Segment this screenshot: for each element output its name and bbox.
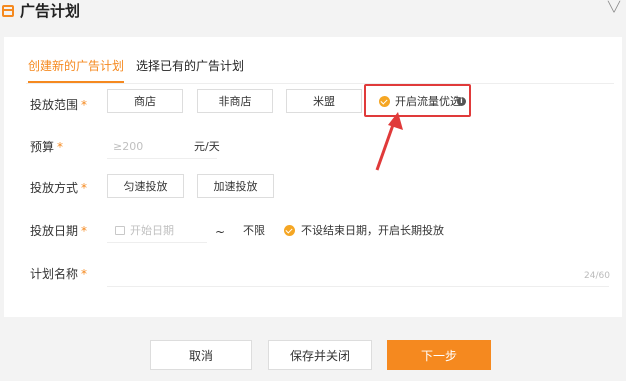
end-date-value[interactable]: 不限 [243, 224, 265, 238]
form-card: 创建新的广告计划 选择已有的广告计划 投放范围 * 商店 非商店 米盟 开启流量优… [4, 37, 622, 317]
tab-select-existing[interactable]: 选择已有的广告计划 [136, 59, 244, 73]
calendar-header-icon [2, 5, 14, 17]
date-separator: ~ [215, 225, 226, 239]
budget-input[interactable]: ≥200 [113, 140, 143, 154]
budget-unit: 元/天 [194, 140, 220, 153]
calendar-icon [115, 226, 125, 235]
start-date-underline [107, 242, 207, 243]
page-title: 广告计划 [20, 2, 81, 20]
no-end-date-label[interactable]: 不设结束日期，开启长期投放 [301, 224, 444, 238]
budget-label: 预算 * [30, 140, 64, 154]
next-button[interactable]: 下一步 [387, 340, 491, 370]
chevron-icon[interactable]: ╲╱ [608, 2, 620, 13]
plan-name-input[interactable] [107, 286, 609, 287]
placement-range-label: 投放范围 * [30, 98, 88, 112]
check-circle-icon[interactable] [284, 225, 295, 236]
tab-divider [26, 83, 614, 84]
placement-non-store-button[interactable]: 非商店 [197, 89, 273, 113]
placement-store-button[interactable]: 商店 [107, 89, 183, 113]
delivery-even-button[interactable]: 匀速投放 [107, 174, 184, 198]
plan-name-label: 计划名称 * [30, 267, 88, 281]
cancel-button[interactable]: 取消 [150, 340, 252, 370]
plan-name-counter: 24/60 [584, 271, 610, 281]
save-close-button[interactable]: 保存并关闭 [268, 340, 372, 370]
placement-mimeng-button[interactable]: 米盟 [286, 89, 362, 113]
page-header: 广告计划 ╲╱ [0, 0, 626, 30]
delivery-mode-label: 投放方式 * [30, 181, 88, 195]
annotation-arrow [375, 112, 403, 171]
tab-create-new[interactable]: 创建新的广告计划 [28, 59, 125, 83]
delivery-accelerated-button[interactable]: 加速投放 [197, 174, 274, 198]
start-date-input[interactable]: 开始日期 [130, 224, 174, 238]
delivery-date-label: 投放日期 * [30, 224, 88, 238]
budget-underline [107, 158, 217, 159]
